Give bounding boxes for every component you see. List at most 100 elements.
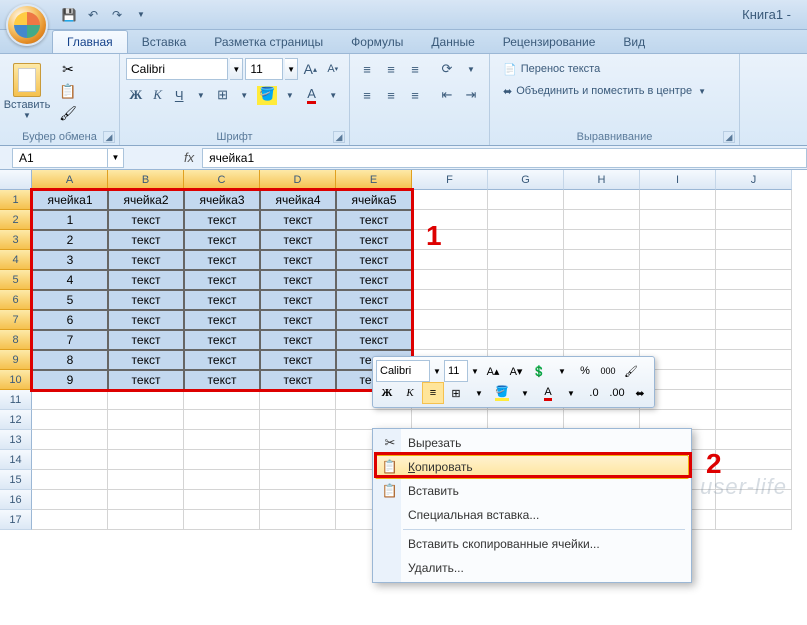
cell-E3[interactable]: текст bbox=[336, 230, 412, 250]
cell-C11[interactable] bbox=[184, 390, 260, 410]
cell-J4[interactable] bbox=[716, 250, 792, 270]
cell-I6[interactable] bbox=[640, 290, 716, 310]
ctx-paste-special[interactable]: Специальная вставка... bbox=[375, 503, 689, 527]
cell-H8[interactable] bbox=[564, 330, 640, 350]
row-header-6[interactable]: 6 bbox=[0, 290, 32, 310]
cell-G3[interactable] bbox=[488, 230, 564, 250]
mini-shrink-font-icon[interactable]: A▾ bbox=[505, 360, 527, 382]
wrap-text-button[interactable]: 📄 Перенос текста bbox=[496, 58, 733, 80]
format-painter-icon[interactable]: 🖌 bbox=[58, 104, 78, 122]
cell-C9[interactable]: текст bbox=[184, 350, 260, 370]
cell-G5[interactable] bbox=[488, 270, 564, 290]
cell-B11[interactable] bbox=[108, 390, 184, 410]
col-header-H[interactable]: H bbox=[564, 170, 640, 190]
cell-C8[interactable]: текст bbox=[184, 330, 260, 350]
cell-I2[interactable] bbox=[640, 210, 716, 230]
cell-B12[interactable] bbox=[108, 410, 184, 430]
formula-input[interactable]: ячейка1 bbox=[202, 148, 807, 168]
ctx-copy[interactable]: 📋 Копировать bbox=[375, 455, 689, 479]
cell-B6[interactable]: текст bbox=[108, 290, 184, 310]
cell-A12[interactable] bbox=[32, 410, 108, 430]
row-header-5[interactable]: 5 bbox=[0, 270, 32, 290]
cell-C4[interactable]: текст bbox=[184, 250, 260, 270]
borders-icon[interactable]: ⊞ bbox=[213, 84, 233, 106]
cell-D10[interactable]: текст bbox=[260, 370, 336, 390]
merge-center-button[interactable]: ⬌ Объединить и поместить в центре ▼ bbox=[496, 80, 733, 102]
cell-B5[interactable]: текст bbox=[108, 270, 184, 290]
cell-D4[interactable]: текст bbox=[260, 250, 336, 270]
cell-A3[interactable]: 2 bbox=[32, 230, 108, 250]
mini-italic-button[interactable]: К bbox=[399, 382, 421, 404]
cell-C7[interactable]: текст bbox=[184, 310, 260, 330]
cell-J2[interactable] bbox=[716, 210, 792, 230]
cell-A11[interactable] bbox=[32, 390, 108, 410]
cell-G7[interactable] bbox=[488, 310, 564, 330]
bold-button[interactable]: Ж bbox=[126, 84, 146, 106]
cell-E1[interactable]: ячейка5 bbox=[336, 190, 412, 210]
cell-F4[interactable] bbox=[412, 250, 488, 270]
name-box-dropdown-icon[interactable]: ▼ bbox=[108, 148, 124, 168]
col-header-J[interactable]: J bbox=[716, 170, 792, 190]
cell-G2[interactable] bbox=[488, 210, 564, 230]
font-name-select[interactable]: Calibri bbox=[126, 58, 228, 80]
cell-G12[interactable] bbox=[488, 410, 564, 430]
cell-I3[interactable] bbox=[640, 230, 716, 250]
cell-B10[interactable]: текст bbox=[108, 370, 184, 390]
row-header-3[interactable]: 3 bbox=[0, 230, 32, 250]
col-header-F[interactable]: F bbox=[412, 170, 488, 190]
align-left-icon[interactable]: ≡ bbox=[356, 84, 378, 106]
cell-J11[interactable] bbox=[716, 390, 792, 410]
cell-F7[interactable] bbox=[412, 310, 488, 330]
cell-E4[interactable]: текст bbox=[336, 250, 412, 270]
cell-J17[interactable] bbox=[716, 510, 792, 530]
orientation-icon[interactable]: ⟳ bbox=[436, 58, 458, 80]
mini-fill-dropdown-icon[interactable]: ▼ bbox=[514, 382, 536, 404]
mini-percent-icon[interactable]: % bbox=[574, 360, 596, 382]
cell-H5[interactable] bbox=[564, 270, 640, 290]
save-icon[interactable]: 💾 bbox=[60, 6, 78, 24]
mini-comma-icon[interactable]: 000 bbox=[597, 360, 619, 382]
cell-F5[interactable] bbox=[412, 270, 488, 290]
align-middle-icon[interactable]: ≡ bbox=[380, 58, 402, 80]
select-all-corner[interactable] bbox=[0, 170, 32, 190]
mini-borders-dropdown-icon[interactable]: ▼ bbox=[468, 382, 490, 404]
tab-0[interactable]: Главная bbox=[52, 30, 128, 53]
cell-B15[interactable] bbox=[108, 470, 184, 490]
mini-grow-font-icon[interactable]: A▴ bbox=[482, 360, 504, 382]
row-header-9[interactable]: 9 bbox=[0, 350, 32, 370]
italic-button[interactable]: К bbox=[148, 84, 168, 106]
align-center-icon[interactable]: ≡ bbox=[380, 84, 402, 106]
cell-A10[interactable]: 9 bbox=[32, 370, 108, 390]
cell-F8[interactable] bbox=[412, 330, 488, 350]
cell-D14[interactable] bbox=[260, 450, 336, 470]
cell-I7[interactable] bbox=[640, 310, 716, 330]
copy-icon[interactable]: 📋 bbox=[58, 82, 78, 100]
mini-bold-button[interactable]: Ж bbox=[376, 382, 398, 404]
cell-E2[interactable]: текст bbox=[336, 210, 412, 230]
cell-I5[interactable] bbox=[640, 270, 716, 290]
mini-font-name[interactable]: Calibri bbox=[376, 360, 430, 382]
align-top-icon[interactable]: ≡ bbox=[356, 58, 378, 80]
tab-4[interactable]: Данные bbox=[417, 31, 488, 53]
mini-font-color-dropdown-icon[interactable]: ▼ bbox=[560, 382, 582, 404]
cell-A4[interactable]: 3 bbox=[32, 250, 108, 270]
redo-icon[interactable]: ↷ bbox=[108, 6, 126, 24]
tab-1[interactable]: Вставка bbox=[128, 31, 201, 53]
cell-G8[interactable] bbox=[488, 330, 564, 350]
cell-D1[interactable]: ячейка4 bbox=[260, 190, 336, 210]
cell-A13[interactable] bbox=[32, 430, 108, 450]
col-header-I[interactable]: I bbox=[640, 170, 716, 190]
cell-H4[interactable] bbox=[564, 250, 640, 270]
cell-B1[interactable]: ячейка2 bbox=[108, 190, 184, 210]
cell-C1[interactable]: ячейка3 bbox=[184, 190, 260, 210]
row-header-16[interactable]: 16 bbox=[0, 490, 32, 510]
cell-A6[interactable]: 5 bbox=[32, 290, 108, 310]
underline-button[interactable]: Ч bbox=[169, 84, 189, 106]
col-header-C[interactable]: C bbox=[184, 170, 260, 190]
row-header-13[interactable]: 13 bbox=[0, 430, 32, 450]
alignment-launcher[interactable]: ◢ bbox=[723, 131, 735, 143]
font-size-select[interactable]: 11 bbox=[245, 58, 283, 80]
cell-E7[interactable]: текст bbox=[336, 310, 412, 330]
clipboard-launcher[interactable]: ◢ bbox=[103, 131, 115, 143]
align-bottom-icon[interactable]: ≡ bbox=[404, 58, 426, 80]
